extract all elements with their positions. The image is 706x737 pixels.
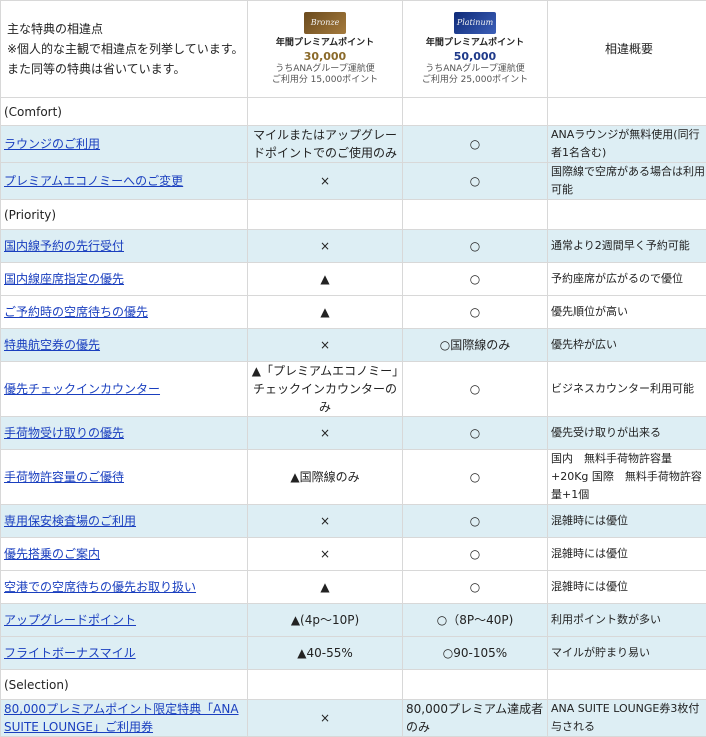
bronze-cell: × [248, 538, 403, 571]
platinum-cell: ○ [403, 296, 548, 329]
bronze-cell: × [248, 417, 403, 450]
bronze-card-icon: Bronze [304, 12, 346, 34]
table-row: ご予約時の空席待ちの優先 ▲ ○ 優先順位が高い [1, 296, 706, 329]
header-line-3: また同等の特典は省いています。 [4, 59, 244, 79]
row-link[interactable]: 国内線予約の先行受付 [4, 239, 124, 253]
bronze-cell: × [248, 700, 403, 737]
bronze-cell: マイルまたはアップグレードポイントでのご使用のみ [248, 126, 403, 163]
row-link[interactable]: プレミアムエコノミーへのご変更 [4, 174, 183, 188]
diff-cell: マイルが貯まり易い [548, 637, 706, 670]
bronze-sub-1: うちANAグループ運航便 [251, 64, 399, 75]
diff-cell: 混雑時には優位 [548, 505, 706, 538]
platinum-card-icon: Platinum [454, 12, 496, 34]
table-row: 空港での空席待ちの優先お取り扱い ▲ ○ 混雑時には優位 [1, 571, 706, 604]
row-link[interactable]: 特典航空券の優先 [4, 338, 100, 352]
platinum-sub-2: ご利用分 25,000ポイント [406, 75, 544, 86]
bronze-cell: ▲「プレミアムエコノミー」チェックインカウンターのみ [248, 362, 403, 417]
platinum-cell: ○ [403, 163, 548, 200]
bronze-cell: ▲40-55% [248, 637, 403, 670]
diff-cell: 混雑時には優位 [548, 571, 706, 604]
platinum-cell: ○ [403, 505, 548, 538]
table-row: 手荷物許容量のご優待 ▲国際線のみ ○ 国内 無料手荷物許容量+20Kg 国際 … [1, 450, 706, 505]
diff-cell: 利用ポイント数が多い [548, 604, 706, 637]
diff-cell: 優先受け取りが出来る [548, 417, 706, 450]
row-link[interactable]: 空港での空席待ちの優先お取り扱い [4, 580, 196, 594]
platinum-cell: ○ [403, 126, 548, 163]
bronze-sub-2: ご利用分 15,000ポイント [251, 75, 399, 86]
bronze-cell: ▲国際線のみ [248, 450, 403, 505]
section-comfort: (Comfort) [1, 98, 248, 126]
platinum-sub-1: うちANAグループ運航便 [406, 64, 544, 75]
row-link[interactable]: 80,000プレミアムポイント限定特典「ANA SUITE LOUNGE」ご利用… [4, 702, 239, 734]
header-line-2: ※個人的な主観で相違点を列挙しています。 [4, 39, 244, 59]
bronze-cell: ▲(4p～10P) [248, 604, 403, 637]
table-row: 優先チェックインカウンター ▲「プレミアムエコノミー」チェックインカウンターのみ… [1, 362, 706, 417]
bronze-cell: × [248, 230, 403, 263]
diff-cell: 国際線で空席がある場合は利用可能 [548, 163, 706, 200]
diff-cell: 優先枠が広い [548, 329, 706, 362]
row-link[interactable]: 手荷物許容量のご優待 [4, 470, 124, 484]
diff-cell: 予約座席が広がるので優位 [548, 263, 706, 296]
platinum-cell: ○ [403, 538, 548, 571]
diff-cell: 混雑時には優位 [548, 538, 706, 571]
platinum-cell: ○国際線のみ [403, 329, 548, 362]
platinum-cell: ○90-105% [403, 637, 548, 670]
table-row: ラウンジのご利用 マイルまたはアップグレードポイントでのご使用のみ ○ ANAラ… [1, 126, 706, 163]
row-link[interactable]: ご予約時の空席待ちの優先 [4, 305, 148, 319]
platinum-cell: ○ [403, 450, 548, 505]
platinum-cell: ○ [403, 362, 548, 417]
bronze-header: Bronze 年間プレミアムポイント 30,000 うちANAグループ運航便 ご… [248, 1, 403, 98]
section-selection: (Selection) [1, 670, 248, 700]
platinum-cell: ○ [403, 571, 548, 604]
table-row: プレミアムエコノミーへのご変更 × ○ 国際線で空席がある場合は利用可能 [1, 163, 706, 200]
table-row: 80,000プレミアムポイント限定特典「ANA SUITE LOUNGE」ご利用… [1, 700, 706, 737]
table-row: 手荷物受け取りの優先 × ○ 優先受け取りが出来る [1, 417, 706, 450]
row-link[interactable]: 優先チェックインカウンター [4, 382, 160, 396]
row-link[interactable]: アップグレードポイント [4, 613, 136, 627]
row-link[interactable]: 手荷物受け取りの優先 [4, 426, 124, 440]
bronze-cell: × [248, 163, 403, 200]
platinum-cell: 80,000プレミアム達成者のみ [403, 700, 548, 737]
bronze-cell: ▲ [248, 263, 403, 296]
bronze-cell: ▲ [248, 296, 403, 329]
diff-cell: 国内 無料手荷物許容量+20Kg 国際 無料手荷物許容量+1個 [548, 450, 706, 505]
header-description: 主な特典の相違点 ※個人的な主観で相違点を列挙しています。 また同等の特典は省い… [1, 1, 248, 98]
table-row: フライトボーナスマイル ▲40-55% ○90-105% マイルが貯まり易い [1, 637, 706, 670]
row-link[interactable]: 優先搭乗のご案内 [4, 547, 100, 561]
row-link[interactable]: フライトボーナスマイル [4, 646, 136, 660]
diff-header: 相違概要 [548, 1, 706, 98]
platinum-header: Platinum 年間プレミアムポイント 50,000 うちANAグループ運航便… [403, 1, 548, 98]
diff-cell: ANA SUITE LOUNGE券3枚付与される [548, 700, 706, 737]
bronze-cell: ▲ [248, 571, 403, 604]
table-row: 国内線座席指定の優先 ▲ ○ 予約座席が広がるので優位 [1, 263, 706, 296]
section-priority: (Priority) [1, 200, 248, 230]
diff-cell: 優先順位が高い [548, 296, 706, 329]
platinum-points-value: 50,000 [406, 49, 544, 64]
comparison-table: 主な特典の相違点 ※個人的な主観で相違点を列挙しています。 また同等の特典は省い… [0, 0, 706, 737]
table-row: 国内線予約の先行受付 × ○ 通常より2週間早く予約可能 [1, 230, 706, 263]
bronze-cell: × [248, 505, 403, 538]
header-line-1: 主な特典の相違点 [4, 19, 244, 39]
bronze-points-value: 30,000 [251, 49, 399, 64]
platinum-points-label: 年間プレミアムポイント [406, 37, 544, 49]
bronze-points-label: 年間プレミアムポイント [251, 37, 399, 49]
platinum-cell: ○ [403, 263, 548, 296]
row-link[interactable]: 専用保安検査場のご利用 [4, 514, 136, 528]
table-row: アップグレードポイント ▲(4p～10P) ○（8P～40P) 利用ポイント数が… [1, 604, 706, 637]
row-link[interactable]: ラウンジのご利用 [4, 137, 100, 151]
table-row: 特典航空券の優先 × ○国際線のみ 優先枠が広い [1, 329, 706, 362]
platinum-cell: ○（8P～40P) [403, 604, 548, 637]
table-row: 専用保安検査場のご利用 × ○ 混雑時には優位 [1, 505, 706, 538]
platinum-cell: ○ [403, 230, 548, 263]
diff-cell: ビジネスカウンター利用可能 [548, 362, 706, 417]
row-link[interactable]: 国内線座席指定の優先 [4, 272, 124, 286]
diff-cell: 通常より2週間早く予約可能 [548, 230, 706, 263]
table-row: 優先搭乗のご案内 × ○ 混雑時には優位 [1, 538, 706, 571]
platinum-cell: ○ [403, 417, 548, 450]
bronze-cell: × [248, 329, 403, 362]
diff-cell: ANAラウンジが無料使用(同行者1名含む) [548, 126, 706, 163]
